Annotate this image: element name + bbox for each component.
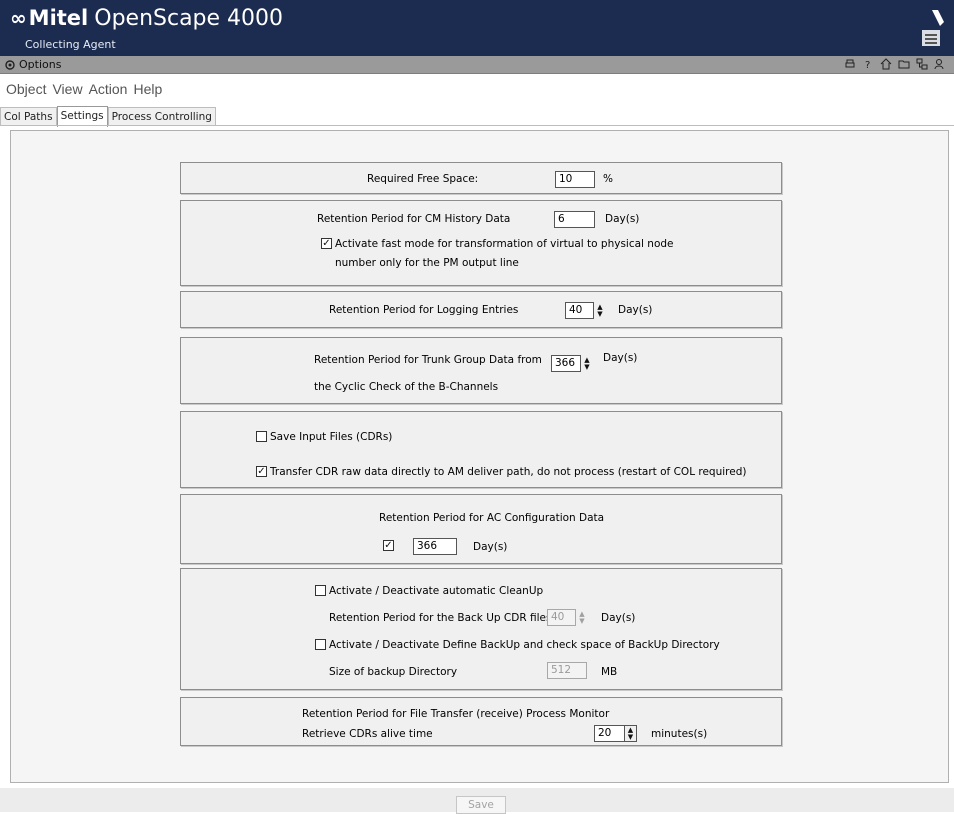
options-bar: Options ? bbox=[0, 56, 954, 74]
ac-config-checkbox[interactable]: ✓ bbox=[383, 540, 394, 551]
toolbar-icons: ? bbox=[844, 58, 946, 71]
ac-config-label: Retention Period for AC Configuration Da… bbox=[379, 512, 605, 524]
transfer-cdr-label: Transfer CDR raw data directly to AM del… bbox=[270, 466, 747, 478]
ac-config-input[interactable]: 366 bbox=[413, 538, 457, 555]
file-transfer-label: Retention Period for File Transfer (rece… bbox=[302, 708, 610, 720]
svg-text:?: ? bbox=[865, 60, 870, 70]
brand-name: Mitel bbox=[28, 6, 89, 30]
backup-size-input[interactable]: 512 bbox=[547, 662, 587, 679]
alive-time-label: Retrieve CDRs alive time bbox=[302, 728, 433, 740]
define-backup-checkbox[interactable] bbox=[315, 639, 326, 650]
trunk-group-unit: Day(s) bbox=[603, 352, 638, 364]
free-space-input[interactable]: 10 bbox=[555, 171, 595, 188]
options-label[interactable]: Options bbox=[19, 58, 61, 71]
fast-mode-label-line1: Activate fast mode for transformation of… bbox=[335, 238, 674, 250]
backup-retention-spinner: 40 ▲ ▼ bbox=[547, 609, 588, 626]
logging-input[interactable]: 40 bbox=[565, 302, 594, 319]
logging-label: Retention Period for Logging Entries bbox=[329, 304, 519, 316]
fast-mode-label-line2: number only for the PM output line bbox=[335, 257, 519, 269]
fast-mode-checkbox[interactable]: ✓ bbox=[321, 238, 332, 249]
save-input-files-checkbox[interactable] bbox=[256, 431, 267, 442]
input-files-section: Save Input Files (CDRs) ✓ Transfer CDR r… bbox=[180, 411, 782, 488]
tab-process-controlling[interactable]: Process Controlling bbox=[107, 107, 216, 126]
tab-settings[interactable]: Settings bbox=[56, 106, 108, 127]
footer-bar: Save bbox=[0, 788, 954, 814]
logging-stepper[interactable]: ▲ ▼ bbox=[594, 302, 606, 319]
save-button[interactable]: Save bbox=[456, 796, 506, 814]
cm-history-section: Retention Period for CM History Data 6 D… bbox=[180, 200, 782, 286]
menu-view[interactable]: View bbox=[52, 81, 82, 97]
trunk-group-label-line2: the Cyclic Check of the B-Channels bbox=[314, 381, 499, 393]
options-icon[interactable] bbox=[4, 59, 16, 71]
cm-history-label: Retention Period for CM History Data bbox=[317, 213, 511, 225]
free-space-label: Required Free Space: bbox=[367, 173, 479, 185]
brand: ∞ Mitel OpenScape 4000 bbox=[10, 6, 283, 31]
menu-bar: Object View Action Help bbox=[0, 78, 162, 100]
trunk-group-stepper[interactable]: ▲ ▼ bbox=[581, 355, 593, 372]
app-subtitle: Collecting Agent bbox=[25, 38, 116, 51]
trunk-group-input[interactable]: 366 bbox=[551, 355, 581, 372]
backup-retention-stepper[interactable]: ▲ ▼ bbox=[576, 609, 588, 626]
app-header: ∞ Mitel OpenScape 4000 Collecting Agent bbox=[0, 0, 954, 56]
free-space-section: Required Free Space: 10 % bbox=[180, 162, 782, 194]
trunk-group-spinner: 366 ▲ ▼ bbox=[551, 355, 593, 372]
backup-size-unit: MB bbox=[601, 666, 618, 678]
trunk-group-section: Retention Period for Trunk Group Data fr… bbox=[180, 337, 782, 404]
alive-time-spinner: 20 ▲ ▼ bbox=[594, 725, 637, 742]
menu-action[interactable]: Action bbox=[89, 81, 128, 97]
help-icon[interactable]: ? bbox=[862, 58, 874, 71]
product-name: OpenScape 4000 bbox=[94, 6, 284, 31]
auto-cleanup-label: Activate / Deactivate automatic CleanUp bbox=[329, 585, 544, 597]
ac-config-unit: Day(s) bbox=[473, 541, 508, 553]
folder-icon[interactable] bbox=[898, 58, 910, 70]
backup-retention-label: Retention Period for the Back Up CDR fil… bbox=[329, 612, 552, 624]
tab-divider bbox=[0, 125, 954, 126]
menu-help[interactable]: Help bbox=[133, 81, 162, 97]
tab-col-paths[interactable]: Col Paths bbox=[0, 107, 57, 126]
backup-size-label: Size of backup Directory bbox=[329, 666, 458, 678]
free-space-unit: % bbox=[603, 173, 613, 185]
transfer-cdr-checkbox[interactable]: ✓ bbox=[256, 466, 267, 477]
logging-section: Retention Period for Logging Entries 40 … bbox=[180, 291, 782, 328]
settings-panel: Required Free Space: 10 % Retention Peri… bbox=[10, 130, 949, 783]
logging-spinner: 40 ▲ ▼ bbox=[565, 302, 606, 319]
home-icon[interactable] bbox=[880, 58, 892, 70]
file-transfer-section: Retention Period for File Transfer (rece… bbox=[180, 697, 782, 746]
alive-time-input[interactable]: 20 bbox=[594, 725, 625, 742]
print-icon[interactable] bbox=[844, 58, 856, 70]
alive-time-stepper[interactable]: ▲ ▼ bbox=[625, 725, 637, 742]
backup-retention-input[interactable]: 40 bbox=[547, 609, 576, 626]
cleanup-section: Activate / Deactivate automatic CleanUp … bbox=[180, 568, 782, 690]
cm-history-unit: Day(s) bbox=[605, 213, 640, 225]
trunk-group-label-line1: Retention Period for Trunk Group Data fr… bbox=[314, 354, 542, 366]
auto-cleanup-checkbox[interactable] bbox=[315, 585, 326, 596]
backup-retention-unit: Day(s) bbox=[601, 612, 636, 624]
define-backup-label: Activate / Deactivate Define BackUp and … bbox=[329, 639, 720, 651]
logging-unit: Day(s) bbox=[618, 304, 653, 316]
ac-config-section: Retention Period for AC Configuration Da… bbox=[180, 494, 782, 564]
alive-time-unit: minutes(s) bbox=[651, 728, 708, 740]
tab-bar: Col Paths Settings Process Controlling bbox=[0, 106, 216, 127]
cm-history-input[interactable]: 6 bbox=[554, 211, 595, 228]
network-icon[interactable] bbox=[916, 58, 928, 70]
save-input-files-label: Save Input Files (CDRs) bbox=[270, 431, 393, 443]
user-settings-icon[interactable] bbox=[934, 58, 946, 70]
mitel-logo-icon: ∞ bbox=[10, 6, 27, 30]
phone-app-icon bbox=[922, 10, 944, 46]
menu-object[interactable]: Object bbox=[6, 81, 46, 97]
